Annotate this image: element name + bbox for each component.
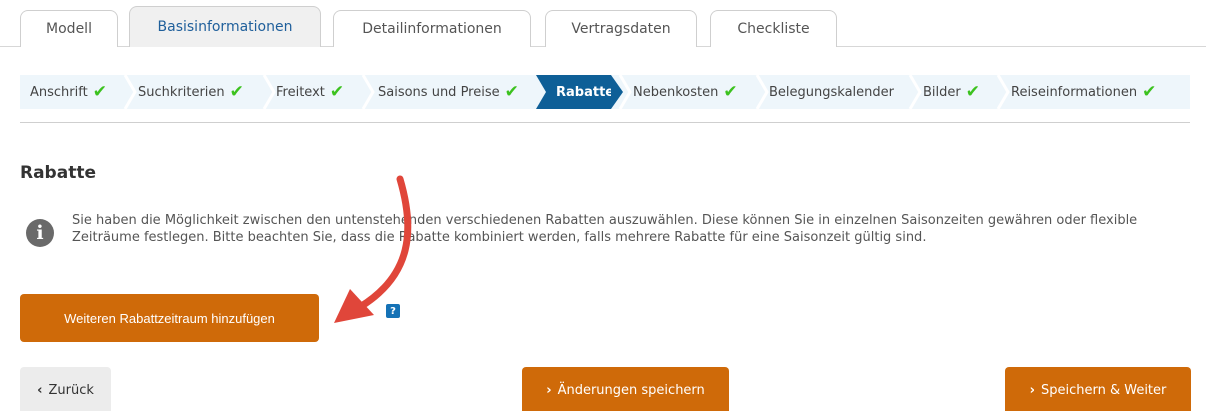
chevron-right-icon: › (1029, 382, 1035, 398)
tab-checkliste[interactable]: Checkliste (710, 10, 837, 47)
step-bilder[interactable]: Bilder ✔ (923, 75, 980, 109)
checkmark-icon: ✔ (504, 81, 519, 102)
section-divider (20, 122, 1190, 123)
step-label: Freitext (276, 84, 325, 100)
help-icon[interactable]: ? (386, 304, 400, 318)
checkmark-icon: ✔ (1142, 81, 1157, 102)
step-belegungskalender[interactable]: Belegungskalender (769, 75, 894, 109)
active-step-tail (536, 75, 546, 109)
chevron-separator-icon (123, 75, 137, 109)
checkmark-icon: ✔ (723, 81, 738, 102)
top-tabs: Modell Basisinformationen Detailinformat… (0, 0, 1206, 47)
step-nebenkosten[interactable]: Nebenkosten ✔ (633, 75, 738, 109)
info-icon: i (26, 219, 54, 247)
step-label: Rabatte (556, 84, 615, 100)
save-label: Änderungen speichern (557, 382, 705, 398)
step-label: Suchkriterien (138, 84, 225, 100)
next-label: Speichern & Weiter (1040, 382, 1167, 398)
step-label: Anschrift (30, 84, 88, 100)
tab-basisinformationen[interactable]: Basisinformationen (129, 6, 321, 47)
checkmark-icon: ✔ (329, 81, 345, 102)
step-reiseinformationen[interactable]: Reiseinformationen ✔ (1011, 75, 1156, 109)
chevron-right-icon: › (546, 382, 552, 398)
step-anschrift[interactable]: Anschrift ✔ (30, 75, 107, 109)
tab-detailinformationen[interactable]: Detailinformationen (333, 10, 531, 47)
step-freitext[interactable]: Freitext ✔ (276, 75, 344, 109)
chevron-separator-icon (361, 75, 375, 109)
step-label: Nebenkosten (633, 84, 719, 100)
step-label: Saisons und Preise (378, 84, 500, 100)
step-label: Reiseinformationen (1011, 84, 1138, 100)
save-and-next-button[interactable]: › Speichern & Weiter (1005, 367, 1191, 411)
save-changes-button[interactable]: › Änderungen speichern (522, 367, 729, 411)
chevron-separator-icon (996, 75, 1010, 109)
section-title: Rabatte (20, 163, 96, 183)
chevron-separator-icon (908, 75, 922, 109)
tab-modell[interactable]: Modell (20, 10, 118, 47)
checkmark-icon: ✔ (965, 81, 980, 102)
chevron-separator-icon (755, 75, 769, 109)
step-rabatte[interactable]: Rabatte (546, 75, 615, 109)
chevron-separator-icon (262, 75, 276, 109)
step-suchkriterien[interactable]: Suchkriterien ✔ (138, 75, 244, 109)
tab-vertragsdaten[interactable]: Vertragsdaten (545, 10, 697, 47)
step-label: Bilder (923, 84, 961, 100)
active-step-tip (611, 75, 623, 109)
chevron-left-icon: ‹ (37, 382, 43, 398)
annotation-arrow-icon (334, 175, 412, 323)
back-button[interactable]: ‹ Zurück (20, 367, 111, 411)
add-discount-period-button[interactable]: Weiteren Rabattzeitraum hinzufügen (20, 294, 319, 342)
checkmark-icon: ✔ (92, 81, 107, 102)
checkmark-icon: ✔ (229, 81, 244, 102)
info-text: Sie haben die Möglichkeit zwischen den u… (72, 213, 1138, 245)
step-label: Belegungskalender (769, 84, 894, 100)
step-saisons-und-preise[interactable]: Saisons und Preise ✔ (378, 75, 519, 109)
back-label: Zurück (48, 382, 94, 398)
step-breadcrumb: Anschrift ✔ Suchkriterien ✔ Freitext ✔ S… (20, 75, 1190, 109)
